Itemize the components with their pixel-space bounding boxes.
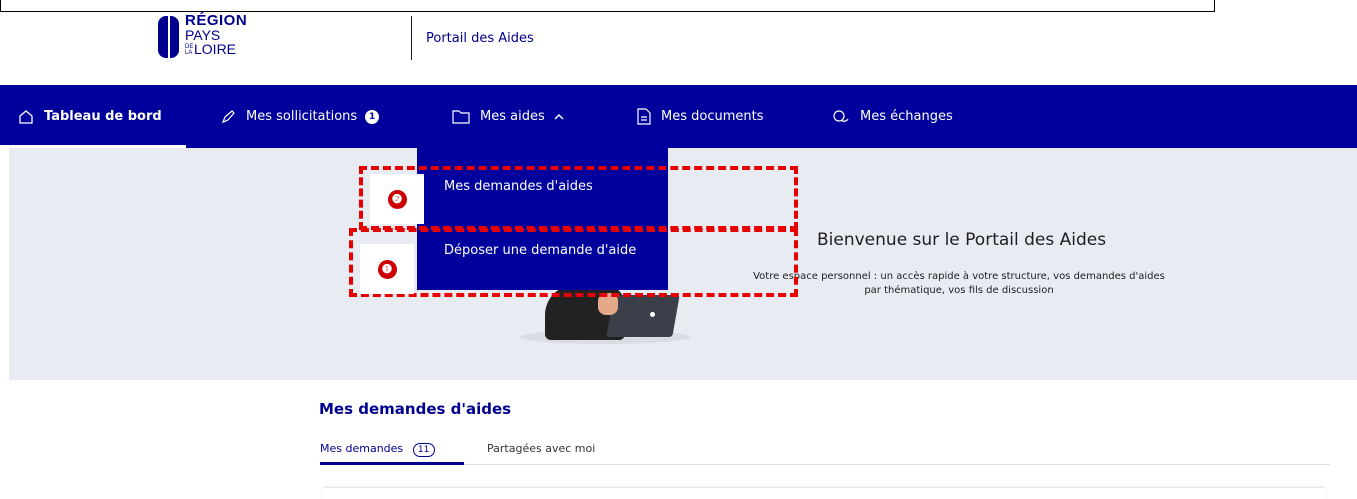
folder-icon bbox=[452, 109, 470, 124]
nav-tableau-de-bord[interactable]: Tableau de bord bbox=[0, 85, 186, 148]
nav-label: Mes sollicitations bbox=[246, 109, 358, 124]
marker-number: ❷ bbox=[387, 189, 407, 209]
portal-title: Portail des Aides bbox=[426, 31, 534, 46]
annotation-box-2 bbox=[359, 166, 798, 230]
logo-mark-left bbox=[158, 16, 168, 58]
header: RÉGION PAYS DE LA LOIRE Portail des Aides bbox=[0, 0, 1357, 75]
nav-label: Mes échanges bbox=[860, 109, 953, 124]
annotation-marker-2: ❷ bbox=[370, 174, 424, 224]
logo-small-text: DE LA bbox=[185, 44, 194, 57]
chat-icon bbox=[832, 109, 850, 125]
logo-line-3: DE LA LOIRE bbox=[185, 42, 247, 56]
logo-line-2: PAYS bbox=[185, 27, 221, 43]
region-logo[interactable]: RÉGION PAYS DE LA LOIRE bbox=[158, 12, 268, 64]
logo-line-1: RÉGION bbox=[185, 12, 248, 29]
annotation-marker-1: ❶ bbox=[360, 244, 414, 294]
demandes-list-card bbox=[324, 487, 1324, 499]
nav-label: Tableau de bord bbox=[44, 109, 162, 124]
nav-mes-documents[interactable]: Mes documents bbox=[637, 85, 763, 148]
nav-mes-echanges[interactable]: Mes échanges bbox=[832, 85, 953, 148]
tab-partagees-avec-moi[interactable]: Partagées avec moi bbox=[487, 442, 595, 455]
illustration-laptop-logo bbox=[650, 312, 655, 317]
tab-mes-demandes[interactable]: Mes demandes 11 bbox=[320, 442, 435, 457]
chevron-up-icon bbox=[554, 110, 564, 123]
annotation-box-1 bbox=[349, 228, 798, 297]
active-tab-underline bbox=[320, 462, 464, 465]
tabs-divider bbox=[320, 464, 1330, 465]
welcome-title: Bienvenue sur le Portail des Aides bbox=[817, 230, 1107, 250]
marker-number: ❶ bbox=[377, 259, 397, 279]
logo-line-3-text: LOIRE bbox=[194, 41, 237, 57]
nav-mes-sollicitations[interactable]: Mes sollicitations 1 bbox=[220, 85, 380, 148]
main-navbar: Tableau de bord Mes sollicitations 1 Mes… bbox=[0, 85, 1357, 148]
header-separator bbox=[411, 16, 412, 60]
notification-badge: 1 bbox=[365, 109, 380, 124]
section-title: Mes demandes d'aides bbox=[319, 400, 512, 418]
welcome-text: Votre espace personnel : un accès rapide… bbox=[753, 271, 1165, 296]
logo-mark-right bbox=[170, 16, 179, 58]
nav-mes-aides[interactable]: Mes aides bbox=[452, 85, 564, 148]
tab-label: Mes demandes bbox=[320, 442, 404, 455]
logo-text: RÉGION PAYS DE LA LOIRE bbox=[185, 12, 248, 56]
document-icon bbox=[637, 108, 651, 125]
nav-label: Mes documents bbox=[661, 109, 764, 124]
nav-label: Mes aides bbox=[480, 109, 545, 124]
tab-count-badge: 11 bbox=[412, 443, 435, 457]
pen-icon bbox=[220, 109, 236, 125]
home-icon bbox=[18, 109, 34, 125]
